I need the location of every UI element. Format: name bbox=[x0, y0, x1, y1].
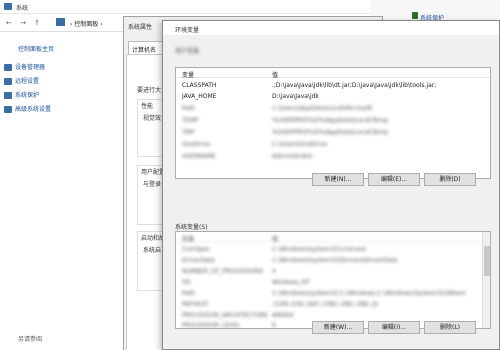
performance-label: 性能 bbox=[141, 103, 154, 110]
user-variables-label: 用户变量 bbox=[175, 48, 200, 55]
system-window-icon bbox=[4, 3, 12, 10]
list-header: 变量 值 bbox=[176, 232, 490, 243]
table-row[interactable]: DriverData C:\Windows\System32\Drivers\D… bbox=[176, 256, 490, 265]
variable-name: CLASSPATH bbox=[182, 82, 217, 89]
table-row[interactable]: TMP %USERPROFILE%\AppData\Local\Temp bbox=[176, 128, 490, 137]
shield-icon bbox=[4, 64, 12, 71]
link-label: 高级系统设置 bbox=[15, 106, 52, 113]
variable-name: TMP bbox=[182, 129, 195, 136]
variable-value: 6 bbox=[272, 322, 276, 329]
env-dialog-title: 环境变量 bbox=[175, 27, 200, 34]
control-panel-home-link[interactable]: 控制面板主页 bbox=[18, 44, 54, 53]
table-row[interactable]: USERNAME Administrator bbox=[176, 152, 490, 161]
variable-name: USERNAME bbox=[182, 153, 216, 160]
variable-name: ComSpec bbox=[182, 246, 211, 253]
performance-desc: 视觉效 bbox=[143, 115, 162, 122]
control-panel-icon bbox=[56, 18, 65, 26]
table-row[interactable]: PROCESSOR_ARCHITECTURE AMD64 bbox=[176, 311, 490, 320]
user-edit-button[interactable]: 编辑(E)... bbox=[368, 173, 420, 186]
header-value: 值 bbox=[272, 72, 279, 79]
variable-name: JAVA_HOME bbox=[182, 93, 217, 100]
table-row[interactable]: Path C:\Users\AppData\Local\Microsoft bbox=[176, 104, 490, 113]
variable-name: PATHEXT bbox=[182, 301, 209, 308]
left-link-advanced-settings[interactable]: 高级系统设置 bbox=[4, 104, 51, 113]
variable-value: .;D:\java\Java\jdk\lib\dt.jar;D:\java\Ja… bbox=[272, 82, 437, 89]
link-label: 系统保护 bbox=[15, 92, 40, 99]
link-label: 远程设置 bbox=[15, 78, 40, 85]
env-dialog-titlebar: 环境变量 bbox=[163, 21, 499, 35]
table-row[interactable]: Path C:\Windows\system32;C:\Windows;C:\W… bbox=[176, 289, 490, 298]
variable-value: %USERPROFILE%\AppData\Local\Temp bbox=[272, 117, 389, 124]
header-variable: 变量 bbox=[182, 72, 195, 79]
user-new-button[interactable]: 新建(N)... bbox=[312, 173, 364, 186]
breadcrumb[interactable]: › 控制面板 › bbox=[70, 19, 103, 28]
variable-value: C:\Users\OneDrive bbox=[272, 141, 328, 148]
left-link-device-manager[interactable]: 设备管理器 bbox=[4, 62, 45, 71]
user-variables-list[interactable]: 变量 值 CLASSPATH .;D:\java\Java\jdk\lib\dt… bbox=[175, 67, 491, 179]
variable-value: AMD64 bbox=[272, 312, 294, 319]
variable-value: Windows_NT bbox=[272, 279, 310, 286]
header-value: 值 bbox=[272, 236, 279, 243]
environment-variables-dialog: 环境变量 用户变量 变量 值 CLASSPATH .;D:\java\Java\… bbox=[162, 20, 500, 350]
table-row[interactable]: NUMBER_OF_PROCESSORS 4 bbox=[176, 267, 490, 276]
system-edit-button[interactable]: 编辑(I)... bbox=[368, 321, 420, 334]
variable-name: PROCESSOR_LEVEL bbox=[182, 322, 241, 329]
left-link-remote-settings[interactable]: 远程设置 bbox=[4, 76, 39, 85]
variable-value: Administrator bbox=[272, 153, 313, 160]
table-row[interactable]: OneDrive C:\Users\OneDrive bbox=[176, 140, 490, 149]
table-row[interactable]: PATHEXT .COM;.EXE;.BAT;.CMD;.VBS;.VBE;.J… bbox=[176, 300, 490, 309]
navigation-arrows-icon[interactable]: ← → ↑ bbox=[6, 19, 43, 27]
variable-value: D:\java\Java\jdk bbox=[272, 93, 319, 100]
see-also-label: 另请参阅 bbox=[18, 336, 43, 343]
link-label: 设备管理器 bbox=[15, 64, 46, 71]
system-variables-list[interactable]: 变量 值 ComSpec C:\Windows\system32\cmd.exe… bbox=[175, 231, 491, 329]
shield-icon bbox=[412, 12, 418, 19]
user-profiles-desc: 与登录 bbox=[143, 181, 162, 188]
scrollbar-thumb[interactable] bbox=[484, 246, 490, 276]
admin-note: 要进行大 bbox=[137, 87, 162, 94]
system-new-button[interactable]: 新建(W)... bbox=[312, 321, 364, 334]
variable-name: Path bbox=[182, 105, 196, 112]
tab-label: 计算机名 bbox=[132, 47, 157, 54]
shield-icon bbox=[4, 92, 12, 99]
table-row[interactable]: CLASSPATH .;D:\java\Java\jdk\lib\dt.jar;… bbox=[176, 81, 490, 90]
system-variables-label: 系统变量(S) bbox=[175, 224, 208, 231]
header-variable: 变量 bbox=[182, 236, 195, 243]
system-window-title: 系统 bbox=[16, 5, 29, 12]
system-vars-scrollbar[interactable] bbox=[482, 232, 490, 328]
variable-name: TEMP bbox=[182, 117, 199, 124]
table-row[interactable]: OS Windows_NT bbox=[176, 278, 490, 287]
user-delete-button[interactable]: 删除(D) bbox=[424, 173, 476, 186]
variable-name: PROCESSOR_ARCHITECTURE bbox=[182, 312, 269, 319]
variable-value: 4 bbox=[272, 268, 276, 275]
variable-name: NUMBER_OF_PROCESSORS bbox=[182, 268, 264, 275]
variable-value: C:\Windows\system32;C:\Windows;C:\Window… bbox=[272, 290, 466, 297]
shield-icon bbox=[4, 106, 12, 113]
variable-value: %USERPROFILE%\AppData\Local\Temp bbox=[272, 129, 389, 136]
table-row[interactable]: JAVA_HOME D:\java\Java\jdk bbox=[176, 92, 490, 101]
list-header: 变量 值 bbox=[176, 68, 490, 79]
system-delete-button[interactable]: 删除(L) bbox=[424, 321, 476, 334]
variable-value: .COM;.EXE;.BAT;.CMD;.VBS;.VBE;.JS bbox=[272, 301, 379, 308]
variable-value: C:\Users\AppData\Local\Microsoft bbox=[272, 105, 373, 112]
variable-value: C:\Windows\system32\cmd.exe bbox=[272, 246, 366, 253]
startup-recovery-desc: 系统启 bbox=[143, 247, 162, 254]
variable-name: OS bbox=[182, 279, 191, 286]
variable-name: OneDrive bbox=[182, 141, 211, 148]
table-row[interactable]: TEMP %USERPROFILE%\AppData\Local\Temp bbox=[176, 116, 490, 125]
left-link-system-protection[interactable]: 系统保护 bbox=[4, 90, 39, 99]
shield-icon bbox=[4, 78, 12, 85]
variable-name: Path bbox=[182, 290, 196, 297]
variable-value: C:\Windows\System32\Drivers\DriverData bbox=[272, 257, 398, 264]
variable-name: DriverData bbox=[182, 257, 215, 264]
system-properties-title: 系统属性 bbox=[128, 24, 153, 31]
table-row[interactable]: ComSpec C:\Windows\system32\cmd.exe bbox=[176, 245, 490, 254]
